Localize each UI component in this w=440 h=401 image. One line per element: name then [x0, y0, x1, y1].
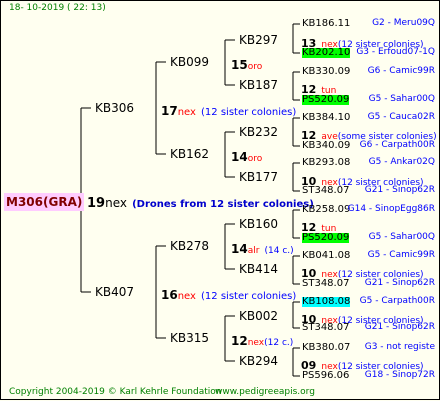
gen2-note: (12 c.) [264, 338, 294, 348]
gen4-line: G6 - Camic99R [367, 66, 435, 76]
gen4-queen: PS520.09 [302, 94, 350, 105]
gen4-line: G21 - Sinop62R [364, 278, 435, 288]
gen4-queen: KB293.08 [302, 157, 351, 168]
gen2-tag: oro [247, 154, 263, 164]
gen4-line: G5 - Sahar00Q [368, 232, 435, 242]
gen4-line: G3 - Erfoud07-1Q [356, 47, 435, 57]
gen2-info: 12nex(12 c.) [231, 332, 293, 348]
gen4-queen: KB108.08 [302, 296, 351, 307]
gen3-queen: KB297 [239, 33, 279, 47]
gen4-queen: ST348.07 [302, 278, 350, 289]
gen4-queen: KB380.07 [302, 342, 351, 353]
gen2-note: (14 c.) [264, 246, 294, 256]
gen2-number: 12 [231, 334, 248, 348]
gen2-info: 15oro [231, 56, 262, 72]
gen1-info: 17nex (12 sister colonies) [161, 102, 296, 118]
footer-url[interactable]: www.pedigreeapis.org [215, 388, 315, 397]
gen2-tag: alr [247, 246, 260, 256]
gen4-line: G5 - Sahar00Q [368, 94, 435, 104]
gen1-number: 16 [161, 288, 178, 302]
gen4-queen: ST348.07 [302, 322, 350, 333]
root-tag: nex [105, 196, 127, 210]
gen4-queen: ST348.07 [302, 185, 350, 196]
gen4-queen: KB186.11 [302, 18, 351, 29]
gen4-line: G5 - Camic99R [367, 250, 435, 260]
gen3-queen: KB187 [239, 78, 279, 92]
gen4-line: G5 - Ankar02Q [368, 157, 435, 167]
gen4-line: G5 - Carpath00R [359, 296, 435, 306]
gen4-queen: KB340.09 [302, 140, 351, 151]
gen1-queen: KB306 [95, 101, 135, 115]
gen2-queen: KB099 [170, 55, 210, 69]
gen2-info: 14alr (14 c.) [231, 240, 294, 256]
gen2-tag: oro [247, 62, 263, 72]
gen3-queen: KB232 [239, 125, 279, 139]
gen4-line: G21 - Sinop62R [364, 322, 435, 332]
gen3-queen: KB177 [239, 170, 279, 184]
gen4-queen: KB041.08 [302, 250, 351, 261]
gen4-line: G5 - Cauca02R [367, 112, 435, 122]
gen4-line: G2 - Meru09Q [372, 18, 435, 28]
gen4-queen: KB384.10 [302, 112, 351, 123]
gen4-line: G18 - Sinop72R [364, 370, 435, 380]
header-date: 18- 10-2019 ( 22: 13) [9, 3, 106, 13]
gen2-queen: KB278 [170, 239, 210, 253]
gen2-number: 14 [231, 150, 248, 164]
gen1-queen: KB407 [95, 285, 135, 299]
gen4-line: G6 - Carpath00R [359, 140, 435, 150]
footer-copyright: Copyright 2004-2019 © Karl Kehrle Founda… [9, 387, 222, 397]
gen4-queen: PS596.06 [302, 370, 350, 381]
gen1-tag: nex [177, 291, 196, 302]
gen3-queen: KB002 [239, 309, 279, 323]
root-queen-id: M306(GRA) [4, 193, 85, 211]
gen2-queen: KB162 [170, 147, 210, 161]
gen1-note: (12 sister colonies) [201, 291, 297, 302]
gen4-line: G14 - SinopEgg86R [347, 204, 435, 214]
gen4-queen: KB330.09 [302, 66, 351, 77]
gen2-info: 14oro [231, 148, 262, 164]
gen1-note: (12 sister colonies) [201, 107, 297, 118]
root-info: 19nex (Drones from 12 sister colonies) [87, 194, 314, 210]
gen3-queen: KB294 [239, 354, 279, 368]
gen1-tag: nex [177, 107, 196, 118]
gen2-queen: KB315 [170, 331, 210, 345]
gen4-line: G3 - not registe [364, 342, 435, 352]
root-queen: M306(GRA) [4, 193, 85, 211]
gen1-number: 17 [161, 104, 178, 118]
root-note: (Drones from 12 sister colonies) [132, 199, 314, 210]
gen4-line: G21 - Sinop62R [364, 185, 435, 195]
gen2-number: 14 [231, 242, 248, 256]
pedigree-frame: { "header": { "date": "18- 10-2019 ( 22:… [0, 0, 440, 400]
root-number: 19 [87, 196, 106, 211]
gen2-tag: nex [247, 338, 265, 348]
gen4-queen: KB202.10 [302, 47, 351, 58]
gen2-number: 15 [231, 58, 248, 72]
gen3-queen: KB160 [239, 217, 279, 231]
gen4-queen: KB258.09 [302, 204, 351, 215]
gen1-info: 16nex (12 sister colonies) [161, 286, 296, 302]
gen3-queen: KB414 [239, 262, 279, 276]
gen4-queen: PS520.09 [302, 232, 350, 243]
